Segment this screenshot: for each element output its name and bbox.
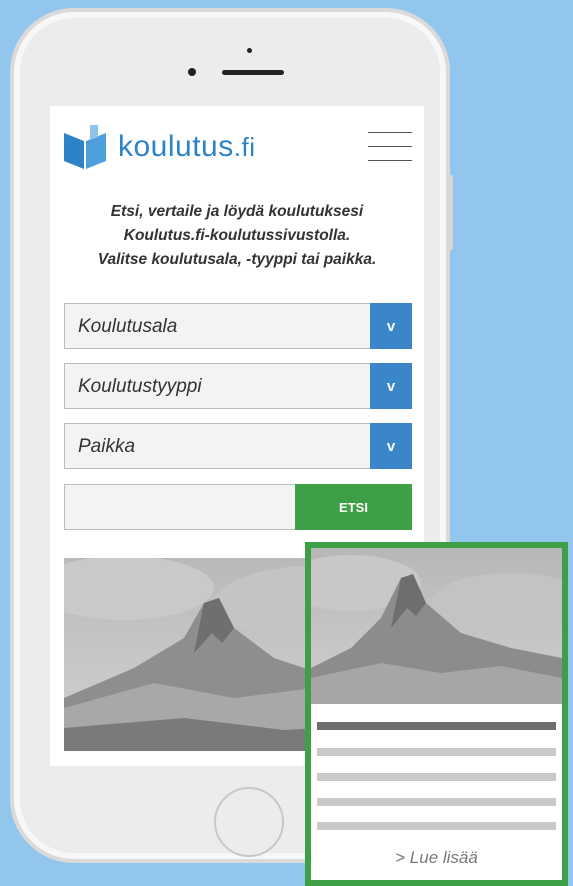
intro-line-3: Valitse koulutusala, -tyyppi tai paikka.: [97, 251, 377, 268]
card-text-line: [317, 822, 556, 830]
chevron-down-icon[interactable]: v: [370, 423, 412, 469]
hamburger-menu-icon[interactable]: [368, 132, 412, 162]
card-text-line: [317, 773, 556, 781]
mountain-card-image: [311, 548, 562, 704]
card-title-line: [317, 722, 556, 730]
chevron-down-icon[interactable]: v: [370, 303, 412, 349]
card-text-line: [317, 748, 556, 756]
search-button[interactable]: ETSI: [295, 484, 412, 530]
type-select-label: Koulutustyyppi: [78, 376, 202, 397]
place-select[interactable]: Paikka v: [64, 423, 412, 469]
brand-name-suffix: .fi: [233, 132, 256, 162]
intro-line-1: Etsi, vertaile ja löydä koulutuksesi: [110, 203, 364, 220]
brand-name-main: koulutus: [118, 130, 234, 163]
book-logo-icon: [64, 125, 106, 169]
place-select-label: Paikka: [78, 436, 136, 457]
front-camera: [188, 68, 196, 76]
earpiece-speaker: [222, 70, 284, 75]
article-card[interactable]: > Lue lisää: [305, 542, 568, 886]
brand-logo[interactable]: koulutus.fi: [64, 125, 284, 171]
intro-line-2: Koulutus.fi-koulutussivustolla.: [123, 227, 351, 244]
read-more-link[interactable]: > Lue lisää: [311, 848, 562, 868]
chevron-down-icon[interactable]: v: [370, 363, 412, 409]
search-input[interactable]: [64, 484, 296, 530]
intro-text: Etsi, vertaile ja löydä koulutuksesi Kou…: [64, 200, 410, 272]
field-select-label: Koulutusala: [78, 316, 178, 337]
proximity-sensor: [247, 48, 252, 53]
brand-name: koulutus.fi: [118, 130, 255, 164]
card-text-line: [317, 798, 556, 806]
field-select[interactable]: Koulutusala v: [64, 303, 412, 349]
home-button[interactable]: [214, 787, 284, 857]
type-select[interactable]: Koulutustyyppi v: [64, 363, 412, 409]
article-card-body: > Lue lisää: [311, 548, 562, 880]
